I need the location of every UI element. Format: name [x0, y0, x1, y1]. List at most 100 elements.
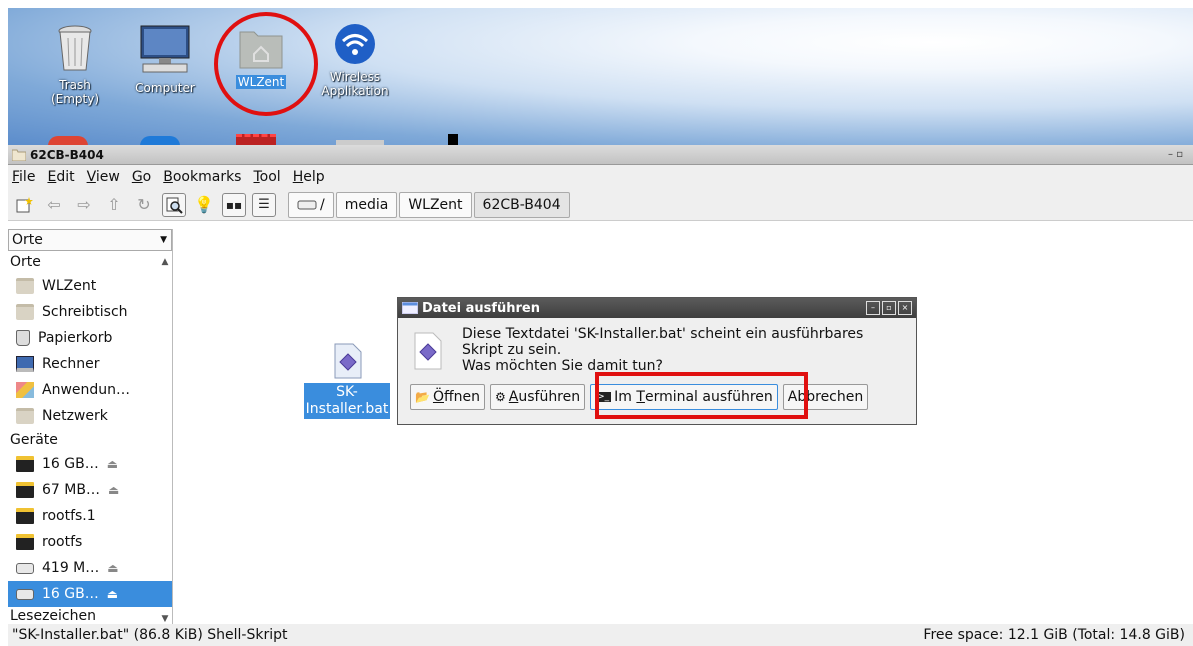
menu-bookmarks[interactable]: Bookmarks: [163, 169, 241, 185]
side-pane-list: Orte WLZent Schreibtisch Papierkorb Rech…: [8, 251, 172, 625]
sidebar-item-device-419m[interactable]: 419 M… ⏏: [8, 555, 172, 581]
menu-go[interactable]: Go: [132, 169, 151, 185]
window-controls[interactable]: – ▫: [1168, 149, 1183, 160]
desktop-icon-wireless[interactable]: Wireless Applikation: [310, 22, 400, 99]
eject-icon[interactable]: ⏏: [107, 587, 118, 601]
sidebar-item-label: Schreibtisch: [42, 304, 128, 320]
sidebar-item-device-16gb[interactable]: 16 GB… ⏏: [8, 451, 172, 477]
chevron-down-icon: ▼: [160, 235, 167, 245]
sidebar-item-device-rootfs[interactable]: rootfs: [8, 529, 172, 555]
hidden-files-button[interactable]: 💡: [192, 193, 216, 217]
path-root-button[interactable]: /: [288, 191, 334, 218]
search-button[interactable]: [162, 192, 186, 217]
usb-drive-icon: [16, 508, 34, 524]
path-segment-current[interactable]: 62CB-B404: [473, 191, 570, 218]
open-button[interactable]: 📂 Öffnen: [410, 384, 485, 410]
sidebar-item-desktop[interactable]: Schreibtisch: [8, 299, 172, 325]
menu-tool[interactable]: Tool: [253, 169, 280, 185]
section-bookmarks: Lesezeichen: [10, 608, 96, 624]
computer-icon: [140, 25, 190, 73]
side-pane-mode-select[interactable]: Orte ▼: [8, 229, 172, 251]
execute-button[interactable]: ⚙ Ausführen: [490, 384, 586, 410]
menu-edit[interactable]: Edit: [47, 169, 74, 185]
sidebar-item-applications[interactable]: Anwendun…: [8, 377, 172, 403]
folder-icon: [16, 278, 34, 294]
path-segment-media[interactable]: media: [335, 191, 398, 218]
dialog-title: Datei ausführen: [422, 300, 540, 316]
menu-label: dit: [56, 169, 75, 185]
usb-drive-icon: [16, 456, 34, 472]
sidebar-item-label: rootfs: [42, 534, 83, 550]
sidebar-item-label: rootfs.1: [42, 508, 96, 524]
scroll-down-icon[interactable]: ▼: [158, 614, 172, 624]
network-folder-icon: [16, 408, 34, 424]
dialog-window-controls: – ▫ ×: [864, 301, 912, 315]
desktop-icon-computer[interactable]: Computer: [120, 24, 210, 96]
desktop-icon-trash[interactable]: Trash (Empty): [30, 24, 120, 107]
button-label: ffnen: [443, 389, 480, 405]
list-view-button[interactable]: ☰: [252, 192, 276, 217]
up-button[interactable]: ⇧: [102, 193, 126, 217]
sidebar-item-network[interactable]: Netzwerk: [8, 403, 172, 429]
usb-drive-icon: [16, 534, 34, 550]
section-devices: Geräte: [10, 432, 58, 448]
scroll-up-icon[interactable]: ▲: [158, 257, 172, 267]
menu-label: ookmarks: [172, 169, 242, 185]
drive-icon: [297, 200, 317, 209]
computer-icon: [16, 356, 34, 372]
close-icon[interactable]: ×: [898, 301, 912, 315]
forward-icon: ⇨: [77, 195, 91, 214]
forward-button[interactable]: ⇨: [72, 193, 96, 217]
usb-drive-icon: [16, 482, 34, 498]
trash-icon: [16, 330, 30, 346]
menu-label: ool: [259, 169, 281, 185]
folder-icon: 📂: [415, 390, 430, 404]
path-root-label: /: [320, 196, 325, 213]
list-view-icon: ☰: [258, 197, 270, 212]
sidebar-item-label: Anwendun…: [42, 382, 131, 398]
maximize-icon[interactable]: ▫: [882, 301, 896, 315]
new-tab-button[interactable]: [12, 193, 36, 217]
dialog-message-line1: Diese Textdatei 'SK-Installer.bat' schei…: [462, 326, 864, 342]
desktop-folder-icon: [16, 304, 34, 320]
sidebar-item-wlzent[interactable]: WLZent: [8, 273, 172, 299]
file-item-sk-installer[interactable]: SK- Installer.bat: [300, 343, 394, 419]
sidebar-item-label: 16 GB…: [42, 456, 99, 472]
sidebar-item-label: WLZent: [42, 278, 97, 294]
dialog-titlebar[interactable]: Datei ausführen – ▫ ×: [398, 298, 916, 318]
sidebar-item-label: Netzwerk: [42, 408, 108, 424]
hard-disk-icon: [16, 588, 34, 600]
sidebar-item-trash[interactable]: Papierkorb: [8, 325, 172, 351]
eject-icon[interactable]: ⏏: [107, 457, 118, 471]
path-segment-wlzent[interactable]: WLZent: [399, 191, 472, 218]
applications-icon: [16, 382, 34, 398]
desktop-label-trash: Trash (Empty): [50, 78, 100, 106]
sidebar: Orte ▼ Orte WLZent Schreibtisch Papierko…: [8, 229, 173, 624]
sidebar-item-device-16gb-selected[interactable]: 16 GB… ⏏: [8, 581, 172, 607]
script-file-icon: [334, 343, 362, 379]
sidebar-scrollbar[interactable]: ▲ ▼: [158, 257, 172, 624]
screen: Trash (Empty) Computer WLZent Wireless A…: [0, 0, 1193, 646]
folder-icon: [12, 149, 26, 161]
sidebar-item-device-rootfs1[interactable]: rootfs.1: [8, 503, 172, 529]
menu-label: elp: [303, 169, 325, 185]
new-tab-icon: [16, 196, 33, 212]
eject-icon[interactable]: ⏏: [107, 561, 118, 575]
button-mnemonic: Ö: [432, 389, 444, 405]
sidebar-item-device-67mb[interactable]: 67 MB… ⏏: [8, 477, 172, 503]
menu-label: iew: [95, 169, 120, 185]
minimize-icon[interactable]: –: [866, 301, 880, 315]
icon-view-button[interactable]: ▪▪: [222, 192, 246, 217]
window-icon: [402, 302, 418, 314]
file-label: SK- Installer.bat: [303, 383, 391, 419]
back-button[interactable]: ⇦: [42, 193, 66, 217]
window-titlebar[interactable]: 62CB-B404 – ▫: [8, 145, 1193, 165]
eject-icon[interactable]: ⏏: [108, 483, 119, 497]
menu-view[interactable]: View: [87, 169, 120, 185]
sidebar-item-computer[interactable]: Rechner: [8, 351, 172, 377]
menu-file[interactable]: File: [12, 169, 35, 185]
reload-button[interactable]: ↻: [132, 193, 156, 217]
menu-help[interactable]: Help: [293, 169, 325, 185]
menu-label: ile: [19, 169, 36, 185]
reload-icon: ↻: [137, 195, 151, 214]
